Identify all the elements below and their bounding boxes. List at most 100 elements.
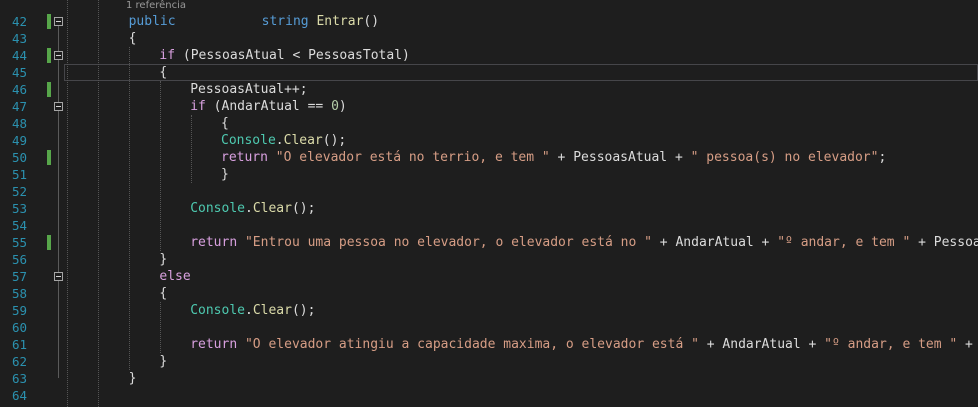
code-line[interactable]: 48 { [0,115,978,132]
code-line[interactable]: 63} [0,370,978,387]
code-token: { [221,116,229,131]
line-number: 44 [11,48,27,63]
code-line[interactable]: 62} [0,353,978,370]
code-text: { [129,30,137,47]
code-token: . [244,303,253,318]
code-token: () [363,14,380,29]
collapse-icon[interactable] [54,51,63,60]
code-token: if [190,99,206,114]
code-text: return "O elevador atingiu a capacidade … [190,336,978,353]
line-number: 51 [11,167,27,182]
code-token: + PessoasAt [918,235,978,250]
code-editor[interactable]: 1 referência 42 public string Entrar() 43 {… [0,0,978,407]
line-number: 54 [11,218,27,233]
code-token: (); [291,303,316,318]
code-line[interactable]: 45 { [0,64,978,81]
code-token: ) [338,99,347,114]
code-line[interactable]: 51} [0,166,978,183]
code-token: Console [190,303,245,318]
line-number: 63 [11,371,27,386]
code-line[interactable]: 58 { [0,285,978,302]
code-line[interactable]: 47 if (AndarAtual == 0) [0,98,978,115]
code-line[interactable]: 60 [0,319,978,336]
code-text: Console.Clear(); [190,200,315,217]
code-token: return [190,337,238,352]
code-token: return [190,235,238,250]
code-text: Console.Clear(); [190,302,315,319]
code-token: "º andar, e tem " [777,235,911,250]
code-line[interactable]: 53 Console.Clear(); [0,200,978,217]
code-line[interactable]: 64 [0,387,978,404]
change-indicator [47,82,51,97]
change-indicator [47,235,51,250]
collapse-icon[interactable] [54,17,63,26]
code-line[interactable]: 59 Console.Clear(); [0,302,978,319]
line-number: 61 [11,337,27,352]
code-token: "Entrou uma pessoa no elevador, o elevad… [244,235,652,250]
code-text: return "Entrou uma pessoa no elevador, o… [190,234,978,251]
line-number: 48 [11,116,27,131]
code-line[interactable]: 50 return "O elevador está no terrio, e t… [0,149,978,166]
code-text: { [159,64,167,81]
code-line[interactable]: 57 else [0,268,978,285]
line-number: 50 [11,150,27,165]
code-text: public string Entrar() [129,13,379,30]
code-line[interactable]: 46 PessoasAtual++; [0,81,978,98]
code-token: " pessoa(s) no elevador" [690,150,879,165]
code-line[interactable]: 55 return "Entrou uma pessoa no elevador,… [0,234,978,251]
line-number: 45 [11,65,27,80]
code-line[interactable]: 54 [0,217,978,234]
code-token: } [221,167,229,182]
code-token: "º andar, e tem " [824,337,958,352]
code-token: public [128,14,176,29]
code-token: Clear [252,303,292,318]
line-number: 59 [11,303,27,318]
line-number: 43 [11,31,27,46]
code-line[interactable]: 49 Console.Clear(); [0,132,978,149]
code-line[interactable]: 56} [0,251,978,268]
code-text: return "O elevador está no terrio, e tem… [221,149,886,166]
code-line[interactable]: 43 { [0,30,978,47]
line-number: 47 [11,99,27,114]
code-token: if [159,48,176,63]
code-token: . [244,201,253,216]
code-token: } [159,354,168,369]
code-token: + AndarAtual + [651,235,778,250]
code-token: (AndarAtual == [205,99,332,114]
code-token: return [221,150,268,165]
codelens-references[interactable]: 1 referência [126,0,186,12]
line-number: 56 [11,252,27,267]
line-number: 49 [11,133,27,148]
code-line[interactable]: 42 public string Entrar() [0,13,978,30]
code-text: } [221,166,229,183]
line-number: 46 [11,82,27,97]
collapse-icon[interactable] [54,102,63,111]
change-indicator [47,14,51,29]
line-number: 60 [11,320,27,335]
collapse-icon[interactable] [54,272,63,281]
line-number: 52 [11,184,27,199]
code-token: Clear [252,201,292,216]
line-number: 57 [11,269,27,284]
code-line[interactable]: 61 return "O elevador atingiu a capacidad… [0,336,978,353]
code-token: } [159,252,168,267]
code-token: 0 [331,99,339,114]
code-token: (); [291,201,316,216]
line-number: 42 [11,14,27,29]
code-token: else [159,269,191,284]
code-token: Console [221,133,276,148]
code-text: { [159,285,167,302]
code-line[interactable]: 44 if (PessoasAtual < PessoasTotal) [0,47,978,64]
code-token: "O elevador está no terrio, e tem " [275,150,550,165]
code-token: ; [878,150,887,165]
code-token: string [261,14,309,29]
code-line[interactable]: 52 [0,183,978,200]
code-token: . [275,133,284,148]
code-token: + Pes [965,337,973,352]
code-token: { [128,31,137,46]
code-token: (PessoasAtual < PessoasTotal) [175,48,410,63]
line-number: 62 [11,354,27,369]
code-token: Console [190,201,245,216]
code-token: PessoasAtual++; [190,82,308,97]
